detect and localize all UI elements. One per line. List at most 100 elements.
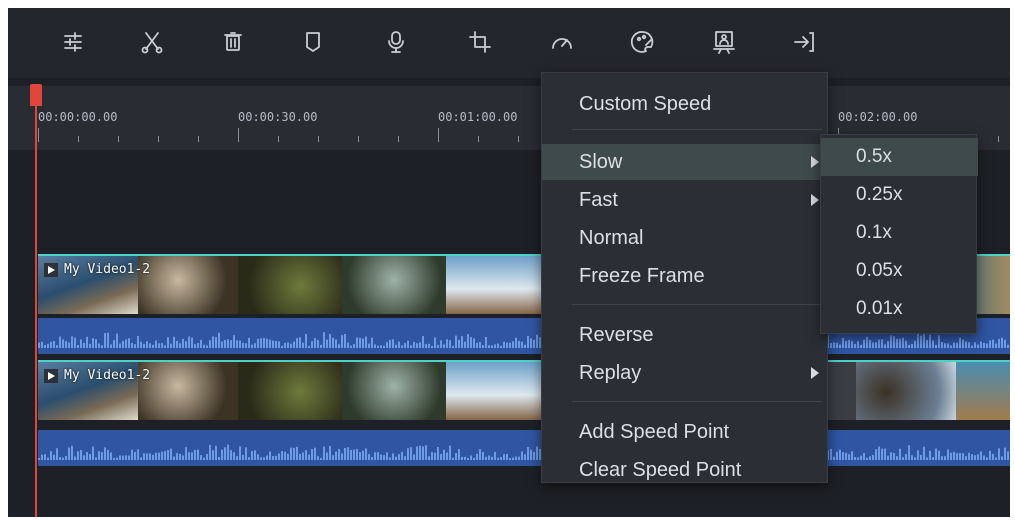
waveform-bar <box>56 448 58 460</box>
record-voiceover-button[interactable] <box>378 24 414 60</box>
waveform-bar <box>362 338 364 348</box>
menu-item-fast[interactable]: Fast <box>542 182 829 218</box>
waveform-bar <box>428 343 430 348</box>
waveform-bar <box>941 341 943 348</box>
waveform-bar <box>248 337 250 348</box>
waveform-bar <box>920 454 922 460</box>
waveform-bar <box>80 450 82 460</box>
menu-item-clear-speed-point[interactable]: Clear Speed Point <box>542 452 829 488</box>
playhead-handle[interactable] <box>30 84 42 106</box>
waveform-bar <box>839 344 841 348</box>
clip-thumbnail <box>342 362 446 420</box>
waveform-bar <box>488 455 490 460</box>
waveform-bar <box>89 453 91 460</box>
waveform-bar <box>881 339 883 348</box>
waveform-bar <box>491 345 493 348</box>
video-clip[interactable]: My Video1-2 <box>38 360 1010 420</box>
submenu-arrow-icon <box>811 156 819 168</box>
waveform-bar <box>959 337 961 348</box>
menu-item-custom-speed[interactable]: Custom Speed <box>542 86 829 122</box>
waveform-bar <box>278 341 280 348</box>
waveform-bar <box>965 456 967 460</box>
waveform-bar <box>44 345 46 348</box>
waveform-bar <box>71 445 73 460</box>
color-button[interactable] <box>625 24 661 60</box>
menu-item-label: Custom Speed <box>579 92 712 115</box>
waveform-bar <box>140 341 142 348</box>
waveform-bar <box>350 345 352 348</box>
waveform-bar <box>179 453 181 460</box>
minor-tick <box>118 136 119 142</box>
waveform-bar <box>290 447 292 460</box>
waveform-bar <box>371 337 373 348</box>
waveform-bar <box>440 454 442 460</box>
waveform-bar <box>104 333 106 348</box>
menu-item-slow[interactable]: Slow <box>542 144 829 180</box>
waveform-bar <box>224 340 226 348</box>
waveform-bar <box>962 453 964 460</box>
waveform-bar <box>38 342 40 348</box>
waveform-bar <box>467 457 469 460</box>
waveform-bar <box>50 451 52 460</box>
waveform-bar <box>125 339 127 348</box>
submenu-item-label: 0.1x <box>856 222 892 243</box>
waveform-bar <box>128 455 130 460</box>
waveform-bar <box>86 452 88 460</box>
delete-button[interactable] <box>215 24 251 60</box>
waveform-bar <box>851 451 853 460</box>
cut-button[interactable] <box>134 24 170 60</box>
waveform-bar <box>446 339 448 348</box>
waveform-bar <box>197 342 199 348</box>
export-button[interactable] <box>787 24 823 60</box>
menu-item-replay[interactable]: Replay <box>542 355 829 391</box>
play-icon <box>44 368 58 383</box>
playhead-line[interactable] <box>35 86 37 517</box>
audio-clip[interactable] <box>38 430 1010 466</box>
waveform-bar <box>992 339 994 348</box>
waveform-bar <box>836 342 838 348</box>
waveform-bar <box>869 456 871 460</box>
waveform-bar <box>893 452 895 460</box>
speed-button[interactable] <box>544 24 580 60</box>
adjust-button[interactable] <box>55 24 91 60</box>
waveform-bar <box>887 341 889 348</box>
waveform-bar <box>956 453 958 460</box>
minor-tick <box>158 136 159 142</box>
waveform-bar <box>125 455 127 460</box>
submenu-item-0-05x[interactable]: 0.05x <box>821 252 978 290</box>
submenu-item-0-1x[interactable]: 0.1x <box>821 214 978 252</box>
waveform-bar <box>251 344 253 348</box>
minor-tick <box>398 136 399 142</box>
waveform-bar <box>959 453 961 460</box>
crop-button[interactable] <box>462 24 498 60</box>
waveform-bar <box>833 456 835 460</box>
waveform-bar <box>215 336 217 348</box>
submenu-item-0-25x[interactable]: 0.25x <box>821 176 978 214</box>
waveform-bar <box>974 455 976 460</box>
menu-item-freeze-frame[interactable]: Freeze Frame <box>542 258 829 294</box>
waveform-bar <box>980 451 982 460</box>
menu-item-normal[interactable]: Normal <box>542 220 829 256</box>
marker-button[interactable] <box>295 24 331 60</box>
menu-item-add-speed-point[interactable]: Add Speed Point <box>542 414 829 450</box>
submenu-item-0-01x[interactable]: 0.01x <box>821 290 978 328</box>
waveform-bar <box>863 339 865 348</box>
menu-item-reverse[interactable]: Reverse <box>542 317 829 353</box>
waveform-bar <box>203 344 205 348</box>
green-screen-button[interactable] <box>706 24 742 60</box>
submenu-item-0-5x[interactable]: 0.5x <box>821 138 978 176</box>
waveform-bar <box>932 340 934 348</box>
submenu-item-label: 0.5x <box>856 146 892 167</box>
waveform-bar <box>41 454 43 460</box>
waveform-bar <box>158 343 160 348</box>
waveform-bar <box>911 344 913 348</box>
waveform-bar <box>83 455 85 460</box>
waveform-bar <box>305 333 307 348</box>
waveform-bar <box>65 455 67 460</box>
waveform-bar <box>989 340 991 348</box>
waveform-bar <box>239 340 241 348</box>
clip-title: My Video1-2 <box>44 368 150 383</box>
waveform-bar <box>1004 339 1006 348</box>
waveform-bar <box>212 336 214 348</box>
waveform-bar <box>95 457 97 460</box>
